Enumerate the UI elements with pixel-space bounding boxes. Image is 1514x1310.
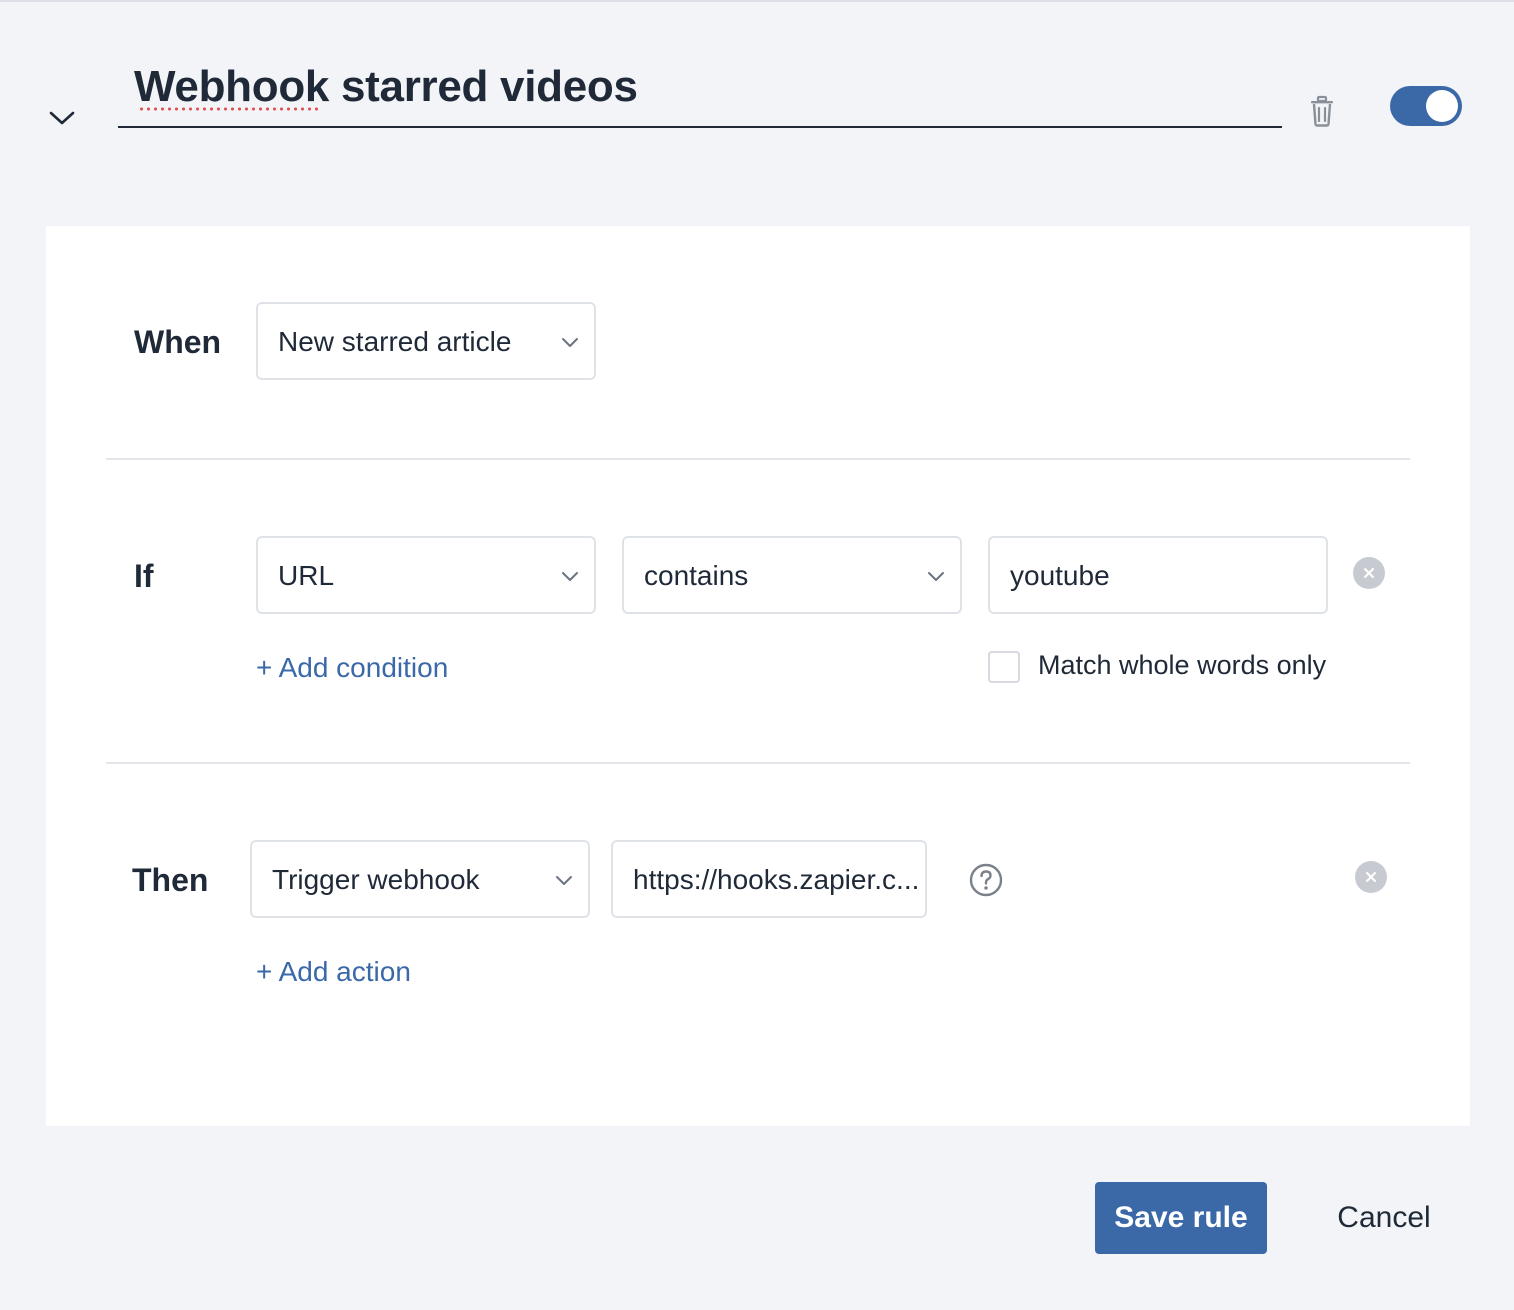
close-icon (1364, 568, 1374, 578)
collapse-chevron-icon[interactable] (44, 100, 80, 136)
chevron-down-icon (562, 338, 578, 347)
delete-rule-button[interactable] (1304, 92, 1340, 130)
remove-action-button[interactable] (1355, 861, 1387, 893)
rule-title-text[interactable]: Webhook starred videos (134, 62, 638, 112)
toggle-knob (1426, 90, 1458, 122)
top-border (0, 0, 1514, 2)
rule-enabled-toggle[interactable] (1390, 86, 1462, 126)
action-select-value: Trigger webhook (272, 864, 480, 895)
condition-operator-value: contains (644, 560, 749, 591)
remove-condition-button[interactable] (1353, 557, 1385, 589)
rule-title-field[interactable]: Webhook starred videos (118, 56, 1282, 128)
condition-operator-select[interactable]: contains (622, 536, 962, 614)
condition-value-text: youtube (1010, 560, 1110, 591)
match-whole-words-label: Match whole words only (1038, 650, 1327, 680)
if-label: If (134, 558, 154, 594)
action-select[interactable]: Trigger webhook (250, 840, 590, 918)
webhook-url-input[interactable]: https://hooks.zapier.c... (611, 840, 927, 918)
section-divider (106, 762, 1410, 764)
chevron-down-icon (562, 572, 578, 581)
add-action-link[interactable]: + Add action (256, 956, 411, 988)
close-icon (1366, 872, 1376, 882)
condition-field-value: URL (278, 560, 335, 591)
trigger-select[interactable]: New starred article (256, 302, 596, 380)
help-circle-icon[interactable] (968, 862, 1004, 898)
spellcheck-underline (138, 107, 318, 111)
match-whole-words-checkbox[interactable] (988, 651, 1020, 683)
trash-icon (1311, 95, 1333, 127)
rule-editor-card: When New starred article If URL contains… (46, 226, 1470, 1126)
chevron-down-icon (928, 572, 944, 581)
trigger-select-value: New starred article (278, 326, 512, 357)
webhook-url-text: https://hooks.zapier.c... (633, 864, 920, 895)
save-rule-button[interactable]: Save rule (1095, 1182, 1267, 1254)
then-label: Then (132, 862, 209, 898)
add-condition-link[interactable]: + Add condition (256, 652, 448, 684)
chevron-down-icon (556, 876, 572, 885)
condition-value-input[interactable]: youtube (988, 536, 1328, 614)
cancel-button[interactable]: Cancel (1322, 1182, 1446, 1254)
section-divider (106, 458, 1410, 460)
condition-field-select[interactable]: URL (256, 536, 596, 614)
when-label: When (134, 324, 222, 360)
